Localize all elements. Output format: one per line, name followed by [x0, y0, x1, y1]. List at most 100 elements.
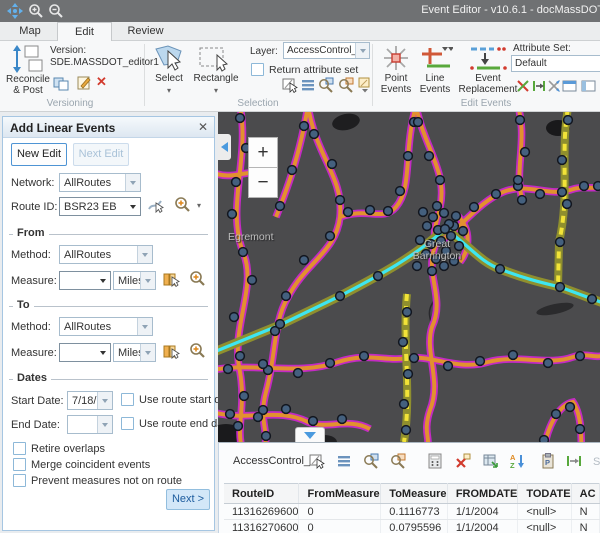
col-frommeasure[interactable]: FromMeasure [299, 484, 381, 504]
table-select-by-shape-icon[interactable] [309, 453, 325, 469]
select-icon [154, 44, 184, 72]
attribute-table: RouteID FromMeasure ToMeasure FROMDATE T… [224, 483, 600, 533]
chevron-down-icon [95, 272, 110, 289]
chevron-down-icon [304, 432, 316, 439]
table-pan-to-selection-icon[interactable] [390, 453, 406, 469]
col-todate[interactable]: TODATE [518, 484, 571, 504]
next-edit-button[interactable]: Next Edit [73, 143, 129, 166]
tab-review[interactable]: Review [118, 22, 173, 41]
cell: 11316270600 [224, 520, 299, 533]
event-attributes-panel-icon[interactable] [562, 79, 577, 93]
tab-edit[interactable]: Edit [57, 22, 112, 41]
event-replacement-icon [468, 44, 508, 72]
to-legend: To [13, 299, 34, 311]
rectangle-select-icon [198, 44, 230, 72]
versions-icon[interactable] [53, 75, 69, 91]
col-fromdate[interactable]: FROMDATE [447, 484, 518, 504]
cell: N [571, 504, 599, 520]
to-measure-on-map-icon[interactable] [163, 343, 180, 360]
group-divider [144, 44, 145, 106]
extend-event-icon[interactable] [532, 79, 546, 93]
pan-to-selection-icon[interactable] [338, 77, 354, 93]
map-label-egremont: Egremont [228, 231, 274, 243]
cell: N [571, 520, 599, 533]
map-zoom-in-button[interactable]: + [248, 137, 278, 168]
end-date-input[interactable] [67, 415, 113, 434]
field-calculator-icon[interactable] [427, 453, 443, 469]
retire-overlaps-checkbox[interactable] [13, 442, 26, 455]
pan-icon[interactable] [7, 3, 23, 19]
from-measure-input[interactable] [59, 271, 111, 290]
table-row[interactable]: 11316269600 0 0.1116773 1/1/2004 <null> … [224, 504, 600, 520]
route-id-select[interactable]: BSR23 EB [59, 197, 141, 216]
title-bar: Event Editor - v10.6.1 - docMassDOT [0, 0, 600, 22]
chevron-down-icon [97, 416, 112, 433]
layer-label: Layer: [250, 46, 278, 57]
map-zoom-control: + − [248, 137, 278, 198]
dates-legend: Dates [13, 372, 51, 384]
zoom-out-icon[interactable] [48, 3, 64, 19]
edit-version-icon[interactable] [76, 75, 92, 91]
export-table-icon[interactable] [483, 453, 499, 469]
version-label: Version: [50, 45, 86, 56]
split-event-icon[interactable] [516, 79, 530, 93]
col-tomeasure[interactable]: ToMeasure [381, 484, 448, 504]
to-unit-select[interactable]: Miles [113, 343, 156, 362]
chevron-down-icon[interactable]: ▾ [194, 201, 204, 210]
selection-more-icon[interactable] [357, 77, 373, 93]
delete-version-icon[interactable]: ✕ [96, 74, 107, 90]
tab-map[interactable]: Map [8, 22, 52, 41]
cell: 11316269600 [224, 504, 299, 520]
network-select[interactable]: AllRoutes [59, 173, 141, 192]
to-method-select[interactable]: AllRoutes [59, 317, 153, 336]
sort-icon[interactable]: AZ [510, 453, 526, 469]
return-attribute-set-checkbox[interactable] [251, 63, 264, 76]
start-date-input[interactable]: 7/18/ [67, 391, 113, 410]
table-layer-name: AccessControl_A [233, 455, 317, 467]
next-button[interactable]: Next > [166, 489, 210, 510]
merge-coincident-events-checkbox[interactable] [13, 458, 26, 471]
attribute-set-select[interactable]: Default [511, 55, 600, 72]
map-zoom-out-button[interactable]: − [248, 167, 278, 198]
new-edit-button[interactable]: New Edit [11, 143, 67, 166]
table-zoom-to-selection-icon[interactable] [363, 453, 379, 469]
map-viewport[interactable]: + − Egremont Great Barrington [218, 112, 600, 442]
cell: 0.0795596 [381, 520, 448, 533]
layer-select[interactable]: AccessControl_A [283, 42, 370, 59]
add-linear-events-panel: Add Linear Events ✕ New Edit Next Edit N… [2, 116, 215, 531]
zoom-to-selection-icon[interactable] [318, 77, 334, 93]
chevron-down-icon [97, 392, 112, 409]
table-row[interactable]: 11316270600 0 0.0795596 1/1/2004 <null> … [224, 520, 600, 533]
from-method-select[interactable]: AllRoutes [59, 245, 153, 264]
start-date-label: Start Date: [11, 395, 64, 407]
select-by-shape-icon[interactable] [282, 77, 298, 93]
selection-list-icon[interactable] [300, 77, 316, 93]
col-routeid[interactable]: RouteID [224, 484, 299, 504]
prevent-measures-checkbox[interactable] [13, 474, 26, 487]
chevron-down-icon [140, 272, 155, 289]
select-route-on-map-icon[interactable] [147, 197, 164, 214]
cell: <null> [518, 520, 571, 533]
from-unit-select[interactable]: Miles [113, 271, 156, 290]
to-fieldset-line [9, 306, 208, 307]
col-accesscontrol[interactable]: AC [571, 484, 599, 504]
to-zoom-icon[interactable] [189, 342, 206, 359]
events-window-icon[interactable] [581, 79, 596, 93]
delete-selected-icon[interactable] [455, 453, 471, 469]
close-icon[interactable]: ✕ [198, 120, 208, 134]
table-show-selected-icon[interactable] [336, 453, 352, 469]
collapse-table-tab[interactable] [295, 427, 325, 442]
merge-event-icon[interactable] [547, 79, 561, 93]
use-route-end-date-checkbox[interactable] [121, 417, 134, 430]
paste-icon[interactable]: P [540, 453, 556, 469]
save-button[interactable]: S [593, 456, 600, 468]
zoom-in-icon[interactable] [28, 3, 44, 19]
from-measure-on-map-icon[interactable] [163, 271, 180, 288]
collapse-panel-tab[interactable] [218, 134, 231, 160]
merge-coincident-events-label: Merge coincident events [31, 459, 150, 471]
to-measure-input[interactable] [59, 343, 111, 362]
from-zoom-icon[interactable] [189, 270, 206, 287]
measure-range-icon[interactable] [566, 453, 582, 469]
route-zoom-icon[interactable] [174, 196, 191, 213]
use-route-start-date-checkbox[interactable] [121, 393, 134, 406]
